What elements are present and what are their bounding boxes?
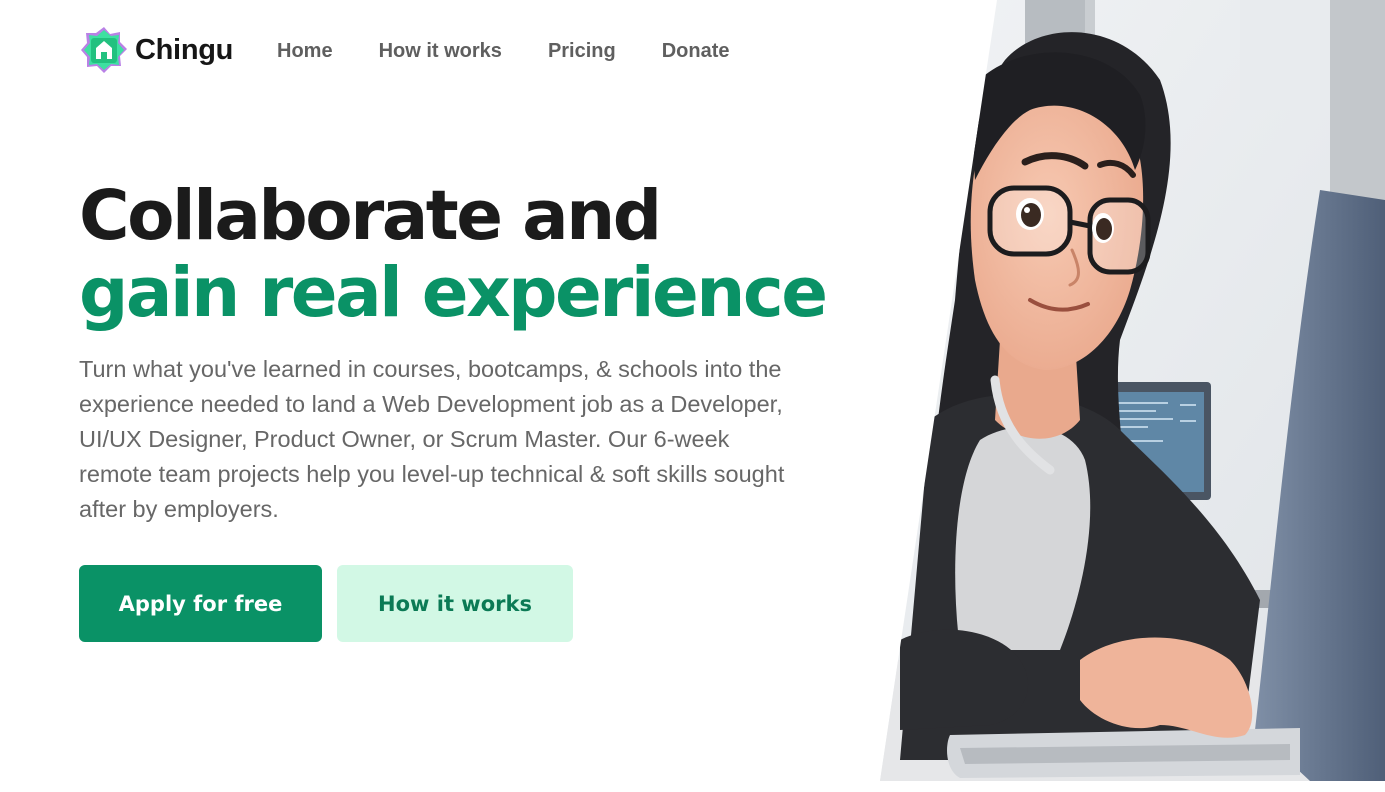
apply-for-free-button[interactable]: Apply for free bbox=[79, 565, 322, 642]
nav-link-how-it-works[interactable]: How it works bbox=[379, 39, 502, 63]
nav-link-donate[interactable]: Donate bbox=[662, 39, 730, 63]
hero-title-line1: Collaborate and bbox=[79, 176, 662, 256]
nav-link-home[interactable]: Home bbox=[277, 39, 333, 63]
how-it-works-button[interactable]: How it works bbox=[337, 565, 573, 642]
hero-description: Turn what you've learned in courses, boo… bbox=[79, 356, 785, 522]
chingu-logo-icon bbox=[80, 26, 128, 74]
main-nav: Home How it works Pricing Donate bbox=[277, 39, 776, 63]
nav-link-pricing[interactable]: Pricing bbox=[548, 39, 616, 63]
hero-title: Collaborate and gain real experience bbox=[79, 176, 828, 333]
brand-name: Chingu bbox=[135, 33, 234, 66]
hero-title-line2: gain real experience bbox=[79, 253, 828, 333]
brand-logo[interactable]: Chingu bbox=[80, 26, 233, 74]
